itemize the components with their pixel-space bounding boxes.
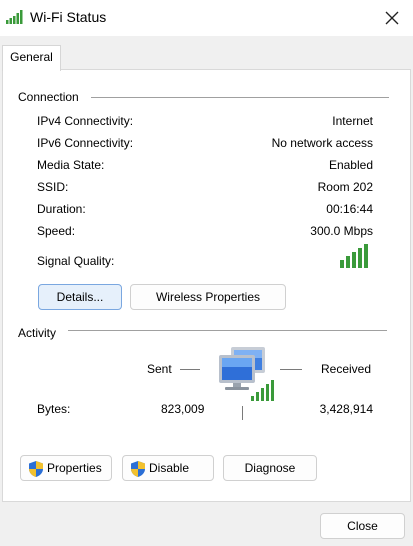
ipv4-value: Internet	[332, 114, 373, 128]
received-label: Received	[321, 362, 372, 376]
signal-bar	[364, 244, 368, 268]
title-bar: Wi-Fi Status	[0, 0, 413, 36]
dialog-footer: Close	[0, 502, 413, 546]
duration-label: Duration:	[37, 202, 86, 216]
media-state-label: Media State:	[37, 158, 105, 172]
tab-strip: General	[0, 36, 413, 71]
activity-divider	[68, 330, 387, 331]
wireless-properties-button[interactable]: Wireless Properties	[130, 284, 286, 310]
connection-divider	[91, 97, 389, 98]
window-title: Wi-Fi Status	[30, 9, 107, 25]
properties-button-label: Properties	[47, 461, 102, 475]
ssid-label: SSID:	[37, 180, 69, 194]
ipv6-value: No network access	[271, 136, 373, 150]
uac-shield-icon	[29, 461, 43, 477]
activity-heading: Activity	[18, 326, 57, 340]
speed-label: Speed:	[37, 224, 76, 238]
bytes-divider	[242, 406, 243, 420]
disable-button[interactable]: Disable	[122, 455, 214, 481]
ipv6-label: IPv6 Connectivity:	[37, 136, 134, 150]
bytes-received-value: 3,428,914	[319, 402, 373, 416]
sent-dash	[180, 369, 200, 370]
received-dash	[280, 369, 302, 370]
disable-button-label: Disable	[149, 461, 190, 475]
signal-bar	[358, 248, 362, 268]
wifi-signal-icon	[6, 10, 23, 24]
sent-label: Sent	[147, 362, 172, 376]
close-button[interactable]: Close	[320, 513, 405, 539]
general-panel: Connection IPv4 Connectivity: Internet I…	[2, 69, 411, 502]
signal-bar	[340, 260, 344, 268]
signal-bar	[352, 252, 356, 268]
bytes-label: Bytes:	[37, 402, 71, 416]
signal-quality-icon	[340, 244, 368, 268]
signal-quality-label: Signal Quality:	[37, 254, 115, 268]
ssid-value: Room 202	[317, 180, 373, 194]
properties-button[interactable]: Properties	[20, 455, 112, 481]
diagnose-button[interactable]: Diagnose	[223, 455, 317, 481]
signal-bar	[346, 256, 350, 268]
speed-value: 300.0 Mbps	[310, 224, 373, 238]
duration-value: 00:16:44	[326, 202, 373, 216]
uac-shield-icon	[131, 461, 145, 477]
details-button[interactable]: Details...	[38, 284, 122, 310]
ipv4-label: IPv4 Connectivity:	[37, 114, 134, 128]
media-state-value: Enabled	[328, 158, 373, 172]
network-computers-icon	[219, 347, 274, 401]
connection-heading: Connection	[18, 90, 79, 104]
bytes-sent-value: 823,009	[161, 402, 205, 416]
close-icon[interactable]	[381, 7, 403, 29]
tab-general[interactable]: General	[2, 45, 61, 71]
